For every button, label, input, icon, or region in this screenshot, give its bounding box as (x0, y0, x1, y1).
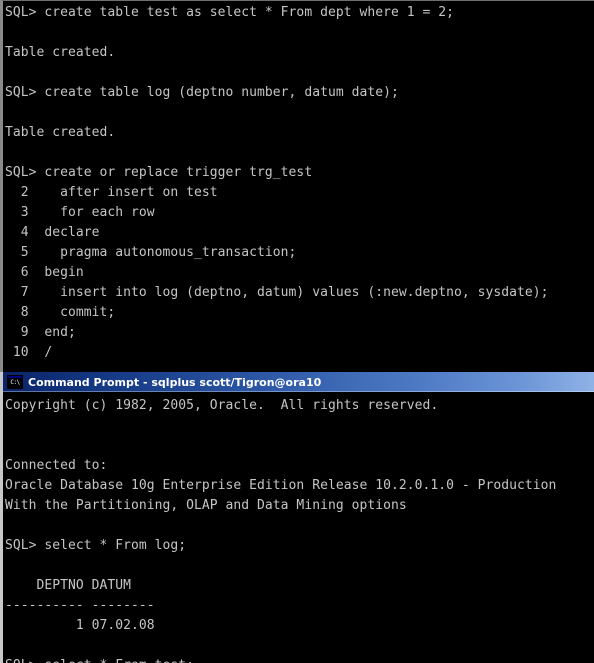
terminal-line: 1 07.02.08 (5, 618, 155, 633)
terminal-line: DEPTNO DATUM (5, 578, 132, 593)
terminal-line: 10 / (5, 345, 53, 360)
foreground-console-output[interactable]: Copyright (c) 1982, 2005, Oracle. All ri… (3, 394, 594, 663)
terminal-line: SQL> create or replace trigger trg_test (5, 165, 313, 180)
foreground-console-window[interactable]: C:\ Command Prompt - sqlplus scott/Tigro… (0, 372, 594, 663)
terminal-line: With the Partitioning, OLAP and Data Min… (5, 498, 407, 513)
terminal-line: 6 begin (5, 265, 84, 280)
terminal-line: Oracle Database 10g Enterprise Edition R… (5, 478, 557, 493)
terminal-line: 2 after insert on test (5, 185, 218, 200)
terminal-line: Connected to: (5, 458, 108, 473)
terminal-line: 7 insert into log (deptno, datum) values… (5, 285, 549, 300)
background-console-window[interactable]: SQL> create table test as select * From … (0, 0, 594, 372)
terminal-line: Table created. (5, 125, 116, 140)
command-prompt-icon-glyph: C:\ (8, 378, 22, 388)
terminal-line: 3 for each row (5, 205, 155, 220)
terminal-line: SQL> create table log (deptno number, da… (5, 85, 399, 100)
background-console-output[interactable]: SQL> create table test as select * From … (3, 1, 594, 371)
terminal-line: ---------- -------- (5, 598, 155, 613)
terminal-line: 9 end; (5, 325, 76, 340)
command-prompt-icon: C:\ (7, 375, 23, 389)
terminal-line: SQL> select * From log; (5, 538, 187, 553)
window-title: Command Prompt - sqlplus scott/Tigron@or… (28, 375, 322, 389)
terminal-line: Table created. (5, 45, 116, 60)
terminal-line: SQL> create table test as select * From … (5, 5, 454, 20)
terminal-line: Copyright (c) 1982, 2005, Oracle. All ri… (5, 398, 439, 413)
terminal-line: 5 pragma autonomous_transaction; (5, 245, 297, 260)
terminal-line: 8 commit; (5, 305, 116, 320)
desktop-background: SQL> create table test as select * From … (0, 0, 594, 663)
terminal-line: SQL> select * From test; (5, 656, 594, 663)
terminal-line: 4 declare (5, 225, 100, 240)
window-titlebar[interactable]: C:\ Command Prompt - sqlplus scott/Tigro… (3, 372, 594, 392)
